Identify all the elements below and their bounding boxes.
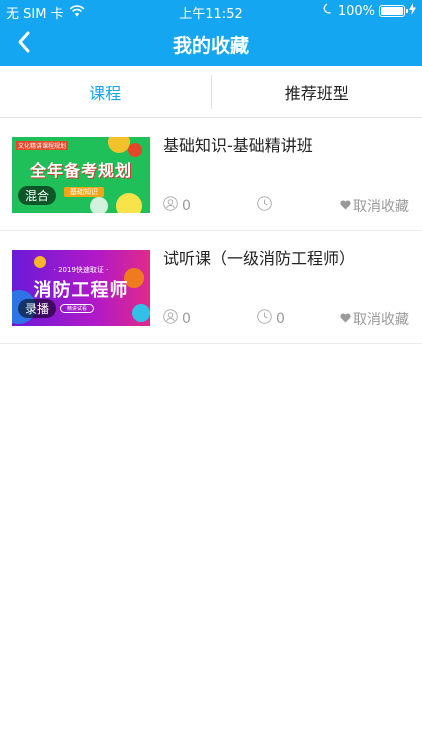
unfavorite-label: 取消收藏 [353, 199, 409, 215]
student-count-value: 0 [182, 197, 191, 214]
thumbnail-decoration [132, 304, 150, 322]
battery-percent: 100% [337, 3, 375, 19]
battery-icon [379, 5, 408, 17]
status-right: 100% [322, 3, 416, 19]
unfavorite-button[interactable]: 取消收藏 [340, 309, 409, 329]
clock-icon [257, 196, 272, 215]
user-icon [163, 309, 178, 328]
page-title: 我的收藏 [172, 35, 249, 57]
thumbnail-headline: 全年备考规划 [30, 161, 133, 180]
moon-icon [322, 3, 334, 19]
user-icon [163, 196, 178, 215]
course-stats: 0 取消收藏 [163, 196, 409, 216]
nav-bar: 我的收藏 [0, 22, 422, 66]
thumbnail-decoration [116, 193, 142, 213]
course-title: 试听课（一级消防工程师） [163, 249, 356, 268]
course-stats: 0 0 取消收藏 [163, 309, 409, 329]
heart-icon [340, 311, 351, 327]
thumbnail-tag: 精讲试看 [60, 304, 95, 313]
list-item[interactable]: · 2019快速取证 · 消防工程师 精讲试看 录播 试听课（一级消防工程师） … [0, 231, 422, 344]
course-thumbnail: 文化精讲课程规划 全年备考规划 基础知识 混合 [12, 137, 150, 213]
unfavorite-label: 取消收藏 [353, 312, 409, 328]
thumbnail-subtitle: · 2019快速取证 · [53, 266, 109, 274]
thumbnail-banner: 文化精讲课程规划 [16, 141, 69, 150]
battery-fill [381, 7, 403, 15]
thumbnail-decoration [90, 197, 108, 213]
course-type-badge: 录播 [18, 299, 57, 318]
tab-courses[interactable]: 课程 [0, 66, 211, 117]
course-title: 基础知识-基础精讲班 [163, 136, 313, 155]
app-header: 无 SIM 卡 上午11:52 100% 我的收藏 [0, 0, 422, 66]
thumbnail-decoration [128, 143, 142, 157]
duration-value: 0 [276, 310, 285, 327]
heart-icon [340, 198, 351, 214]
thumbnail-tag: 基础知识 [64, 187, 104, 197]
thumbnail-decoration [108, 137, 130, 153]
course-type-badge: 混合 [18, 186, 57, 205]
student-count: 0 [163, 309, 191, 328]
student-count: 0 [163, 196, 191, 215]
list-item[interactable]: 文化精讲课程规划 全年备考规划 基础知识 混合 基础知识-基础精讲班 0 取消收… [0, 118, 422, 231]
course-thumbnail: · 2019快速取证 · 消防工程师 精讲试看 录播 [12, 250, 150, 326]
status-bar: 无 SIM 卡 上午11:52 100% [0, 0, 422, 22]
student-count-value: 0 [182, 310, 191, 327]
tab-bar: 课程 推荐班型 [0, 66, 422, 118]
favorites-list: 文化精讲课程规划 全年备考规划 基础知识 混合 基础知识-基础精讲班 0 取消收… [0, 118, 422, 344]
clock-icon [257, 309, 272, 328]
duration: 0 [257, 309, 285, 328]
unfavorite-button[interactable]: 取消收藏 [340, 196, 409, 216]
tab-recommended-classes[interactable]: 推荐班型 [212, 66, 422, 117]
duration [257, 196, 276, 215]
charging-icon [409, 3, 416, 19]
